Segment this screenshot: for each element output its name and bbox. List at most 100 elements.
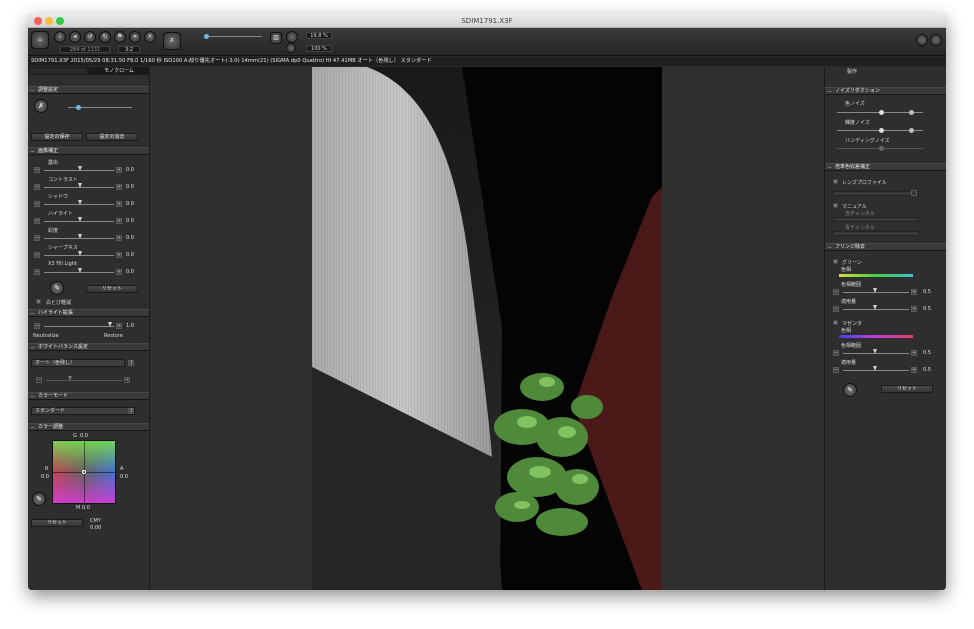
crop-icon[interactable]: ⌗ [129,31,141,43]
lens-profile-checkbox[interactable] [833,179,838,184]
hl-plus[interactable]: + [116,323,122,329]
color-pad-handle[interactable] [82,470,86,474]
image-pipette-icon[interactable]: ✎ [50,281,64,295]
preset-icon[interactable]: ✗ [34,99,48,113]
process-icon[interactable]: ✗ [163,32,181,50]
highlight-value: 0.0 [126,218,134,224]
fill-light-minus[interactable]: − [34,269,40,275]
color-noise-thumb[interactable] [879,110,884,115]
preset-slider-thumb[interactable] [76,105,81,110]
home-icon[interactable]: ⌂ [31,31,49,49]
saturation-minus[interactable]: − [34,235,40,241]
section-white-balance[interactable]: ホワイトバランス設定 [28,343,149,351]
highlight-plus[interactable]: + [116,218,122,224]
lens-profile-bar[interactable] [833,191,919,196]
zoom-actual-icon[interactable] [286,43,296,53]
save-settings-button[interactable]: 設定の保存 [31,133,83,141]
shadow-minus[interactable]: − [34,201,40,207]
wb-mode-arrow[interactable]: ↕ [128,360,134,366]
lens-profile-btn[interactable] [911,190,917,196]
color-pipette-icon[interactable]: ✎ [32,492,46,506]
hl-minus[interactable]: − [34,323,40,329]
section-fringe-removal[interactable]: フリンジ除去 [825,243,946,251]
trash-icon[interactable]: ✕ [144,31,156,43]
color-reset-button[interactable]: リセット [31,519,83,527]
magenta-hue-bar[interactable] [839,335,913,338]
fringe-pipette-icon[interactable]: ✎ [843,383,857,397]
manual-label: マニュアル [842,204,867,210]
green-checkbox[interactable] [833,259,838,264]
lum-noise-thumb[interactable] [879,128,884,133]
minimize-window-button[interactable] [45,17,53,25]
tab-color[interactable] [28,67,88,75]
shadow-plus[interactable]: + [116,201,122,207]
tab-monochrome[interactable]: モノクローム [89,67,149,75]
section-highlight-extension[interactable]: ハイライト拡張 [28,309,149,317]
whiteout-checkbox[interactable] [36,299,41,304]
rotate-left-icon[interactable]: ↺ [84,31,96,43]
wb-mode-select[interactable]: オート（色残し） [31,359,125,367]
color-wheel-pad[interactable] [52,440,117,505]
fill-light-plus[interactable]: + [116,269,122,275]
green-amount-plus[interactable]: + [911,306,917,312]
magenta-amount-minus[interactable]: − [833,367,839,373]
right-tab-label[interactable]: 製作 [847,68,857,75]
fringe-reset-button[interactable]: リセット [881,385,933,393]
contrast-plus[interactable]: + [116,184,122,190]
wb-minus[interactable]: − [36,377,42,383]
fullscreen-icon[interactable] [930,34,942,46]
clear-settings-button[interactable]: 設定の消去 [86,133,138,141]
highlight-minus[interactable]: − [34,218,40,224]
green-amount-value: 0.5 [923,306,931,312]
magenta-range-plus[interactable]: + [911,350,917,356]
aspect-ratio-select[interactable]: 3:2 [118,46,140,53]
sharpness-plus[interactable]: + [116,252,122,258]
close-window-button[interactable] [34,17,42,25]
green-range-minus[interactable]: − [833,289,839,295]
section-color-adjust[interactable]: カラー調整 [28,423,149,431]
slider-label-sharpness: シャープネス [48,245,78,251]
flag-icon[interactable]: ⚑ [114,31,126,43]
magenta-range-minus[interactable]: − [833,350,839,356]
magenta-range-value: 0.5 [923,350,931,356]
contrast-minus[interactable]: − [34,184,40,190]
panel-toggle-icon[interactable] [916,34,928,46]
zoom-window-button[interactable] [56,17,64,25]
magenta-amount-value: 0.5 [923,367,931,373]
blue-channel-bar[interactable] [833,231,919,236]
color-mode-select[interactable]: スタンダード [31,407,135,415]
section-adjust-settings[interactable]: 調整設定 [28,86,149,94]
exposure-plus[interactable]: + [116,167,122,173]
red-channel-bar[interactable] [833,217,919,222]
band-noise-thumb[interactable] [879,146,884,151]
magenta-checkbox[interactable] [833,320,838,325]
zoom-level-top[interactable]: 19.8 % [306,32,332,39]
info-icon[interactable]: i [54,31,66,43]
green-hue-bar[interactable] [839,274,913,277]
zoom-level-bottom[interactable]: 100 % [306,45,332,52]
wb-plus[interactable]: + [124,377,130,383]
r-label: R [45,466,49,472]
exposure-minus[interactable]: − [34,167,40,173]
color-mode-arrow[interactable]: ↕ [128,408,134,414]
section-image-correction[interactable]: 画像補正 [28,147,149,155]
green-range-plus[interactable]: + [911,289,917,295]
compare-icon[interactable]: ▥ [270,32,282,44]
sharpness-minus[interactable]: − [34,252,40,258]
rotate-right-icon[interactable]: ↻ [99,31,111,43]
saturation-plus[interactable]: + [116,235,122,241]
section-noise-reduction[interactable]: ノイズリダクション [825,87,946,95]
magenta-amount-plus[interactable]: + [911,367,917,373]
image-reset-button[interactable]: リセット [86,285,138,293]
lum-noise-mark [909,128,914,133]
slider-label-saturation: 彩度 [48,228,59,234]
manual-checkbox[interactable] [833,203,838,208]
section-color-mode[interactable]: カラーモード [28,392,149,400]
zoom-fit-icon[interactable] [286,31,298,43]
green-amount-minus[interactable]: − [833,306,839,312]
navigate-icon[interactable]: ◂ [69,31,81,43]
section-chromatic-aberration[interactable]: 倍率色収差補正 [825,163,946,171]
green-label: グリーン [842,260,862,266]
toolbar-slider-thumb[interactable] [204,34,209,39]
color-noise-label: 色ノイズ [845,101,865,107]
